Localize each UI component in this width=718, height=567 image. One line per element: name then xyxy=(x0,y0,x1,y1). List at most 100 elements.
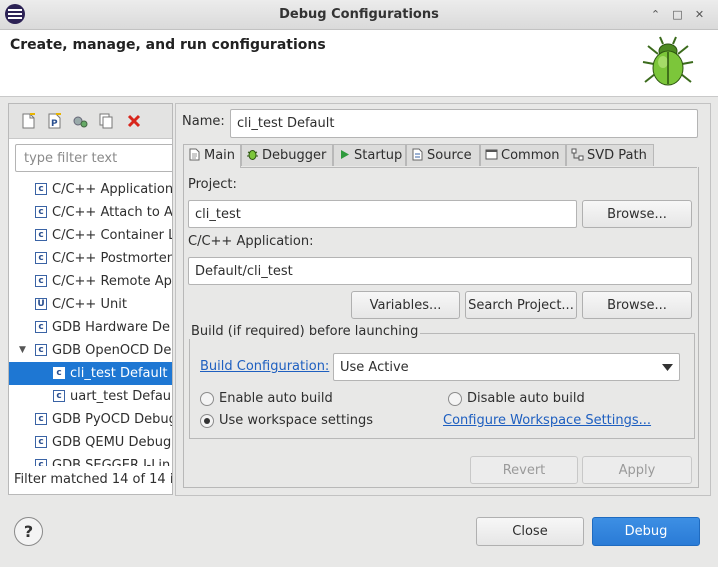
common-tab-icon xyxy=(485,149,498,160)
revert-button[interactable]: Revert xyxy=(470,456,578,484)
build-configuration-value: Use Active xyxy=(340,360,409,375)
tree-item[interactable]: c C/C++ Attach to A xyxy=(9,201,172,224)
disable-auto-build-label: Disable auto build xyxy=(467,391,585,406)
tree-item[interactable]: c GDB QEMU Debug xyxy=(9,431,172,454)
browse-application-button[interactable]: Browse... xyxy=(582,291,692,319)
tree-item[interactable]: c C/C++ Postmorten xyxy=(9,247,172,270)
tree-item[interactable]: c GDB Hardware De xyxy=(9,316,172,339)
disable-auto-build-radio[interactable] xyxy=(448,392,462,406)
tree-item-label: uart_test Defau xyxy=(70,389,172,404)
tree-child-item[interactable]: c uart_test Defau xyxy=(9,385,172,408)
debug-bug-icon xyxy=(642,36,694,86)
help-button[interactable]: ? xyxy=(14,517,43,546)
close-button[interactable]: Close xyxy=(476,517,584,546)
debugger-tab-icon xyxy=(247,150,258,160)
tab-bar: Main Debugger Startup Source Common SVD … xyxy=(183,144,697,168)
configure-workspace-settings-link[interactable]: Configure Workspace Settings... xyxy=(443,413,651,428)
project-label: Project: xyxy=(188,177,237,192)
delete-icon[interactable] xyxy=(125,112,143,130)
configuration-list-pane: P cC/C++ ApplicationcC/C++ Attach to AcC… xyxy=(8,103,173,495)
configuration-toolbar: P xyxy=(9,104,172,139)
c-config-icon: c xyxy=(35,275,47,287)
tree-item-label: cli_test Default xyxy=(70,366,168,381)
c-config-icon: c xyxy=(35,229,47,241)
header-banner: Create, manage, and run configurations xyxy=(0,30,718,97)
application-label: C/C++ Application: xyxy=(188,234,314,249)
filter-input[interactable] xyxy=(15,144,172,172)
tree-item-label: GDB SEGGER J-Lin xyxy=(52,458,171,466)
c-config-icon: c xyxy=(35,459,47,466)
apply-button[interactable]: Apply xyxy=(582,456,692,484)
expand-arrow-icon[interactable]: ▼ xyxy=(19,339,26,362)
enable-auto-build-radio[interactable] xyxy=(200,392,214,406)
close-icon[interactable]: ✕ xyxy=(692,7,707,22)
tab-main[interactable]: Main xyxy=(183,144,241,168)
tree-item-label: GDB QEMU Debug xyxy=(52,435,172,450)
svg-text:P: P xyxy=(51,119,58,129)
tree-item-label: C/C++ Unit xyxy=(52,297,127,312)
new-prototype-icon[interactable]: P xyxy=(45,112,63,130)
tree-item-label: C/C++ Postmorten xyxy=(52,251,172,266)
tree-item[interactable]: c GDB SEGGER J-Lin xyxy=(9,454,172,466)
tab-svd-path-label: SVD Path xyxy=(587,148,647,163)
source-tab-icon xyxy=(412,148,423,161)
tree-item-label: C/C++ Attach to A xyxy=(52,205,172,220)
export-icon[interactable] xyxy=(71,112,89,130)
tree-item-label: GDB Hardware De xyxy=(52,320,171,335)
duplicate-icon[interactable] xyxy=(97,112,115,130)
use-workspace-settings-label: Use workspace settings xyxy=(219,413,373,428)
name-field[interactable]: cli_test Default xyxy=(230,109,698,138)
main-tab-icon xyxy=(189,148,200,161)
c-config-icon: c xyxy=(35,206,47,218)
tab-source-label: Source xyxy=(427,148,472,163)
configuration-editor: Name: cli_test Default Main Debugger Sta… xyxy=(175,103,711,496)
startup-tab-icon xyxy=(341,150,349,159)
build-configuration-select[interactable]: Use Active xyxy=(333,353,680,381)
tree-item-label: C/C++ Remote Ap xyxy=(52,274,172,289)
tab-svd-path[interactable]: SVD Path xyxy=(566,144,654,166)
variables-button[interactable]: Variables... xyxy=(351,291,460,319)
c-config-icon: c xyxy=(35,344,47,356)
c-unit-icon: U xyxy=(35,298,47,310)
c-config-icon: c xyxy=(35,183,47,195)
chevron-up-icon[interactable]: ⌃ xyxy=(648,7,663,22)
new-configuration-icon[interactable] xyxy=(19,112,37,130)
svd-path-tab-icon xyxy=(571,148,584,161)
tree-item-label: C/C++ Container L xyxy=(52,228,172,243)
tab-startup[interactable]: Startup xyxy=(333,144,406,166)
tab-debugger[interactable]: Debugger xyxy=(241,144,333,166)
tree-item[interactable]: c C/C++ Application xyxy=(9,178,172,201)
tab-common-label: Common xyxy=(501,148,560,163)
c-config-icon: c xyxy=(35,436,47,448)
tab-startup-label: Startup xyxy=(354,148,403,163)
tree-item[interactable]: c GDB PyOCD Debug xyxy=(9,408,172,431)
tab-debugger-label: Debugger xyxy=(262,148,327,163)
use-workspace-settings-radio[interactable] xyxy=(200,414,214,428)
tree-item[interactable]: c C/C++ Container L xyxy=(9,224,172,247)
tree-child-item[interactable]: c cli_test Default xyxy=(9,362,172,385)
tree-item-label: GDB PyOCD Debug xyxy=(52,412,172,427)
project-field[interactable]: cli_test xyxy=(188,200,577,228)
browse-project-button[interactable]: Browse... xyxy=(582,200,692,228)
tree-item-label: C/C++ Application xyxy=(52,182,172,197)
name-label: Name: xyxy=(182,114,225,129)
tab-source[interactable]: Source xyxy=(406,144,480,166)
tree-item[interactable]: ▼ c GDB OpenOCD De xyxy=(9,339,172,362)
tab-main-label: Main xyxy=(204,148,236,163)
search-project-button[interactable]: Search Project... xyxy=(465,291,577,319)
header-title: Create, manage, and run configurations xyxy=(10,37,326,53)
filter-status: Filter matched 14 of 14 i xyxy=(14,472,173,487)
tab-common[interactable]: Common xyxy=(480,144,566,166)
debug-button[interactable]: Debug xyxy=(592,517,700,546)
tree-item[interactable]: c C/C++ Remote Ap xyxy=(9,270,172,293)
restore-icon[interactable]: □ xyxy=(670,7,685,22)
tree-item[interactable]: U C/C++ Unit xyxy=(9,293,172,316)
c-config-icon: c xyxy=(53,390,65,402)
chevron-down-icon xyxy=(662,364,673,371)
build-group-label: Build (if required) before launching xyxy=(189,324,421,339)
c-config-icon: c xyxy=(35,321,47,333)
application-field[interactable]: Default/cli_test xyxy=(188,257,692,285)
enable-auto-build-label: Enable auto build xyxy=(219,391,333,406)
window-title: Debug Configurations xyxy=(279,7,439,22)
build-configuration-link[interactable]: Build Configuration: xyxy=(200,359,329,374)
